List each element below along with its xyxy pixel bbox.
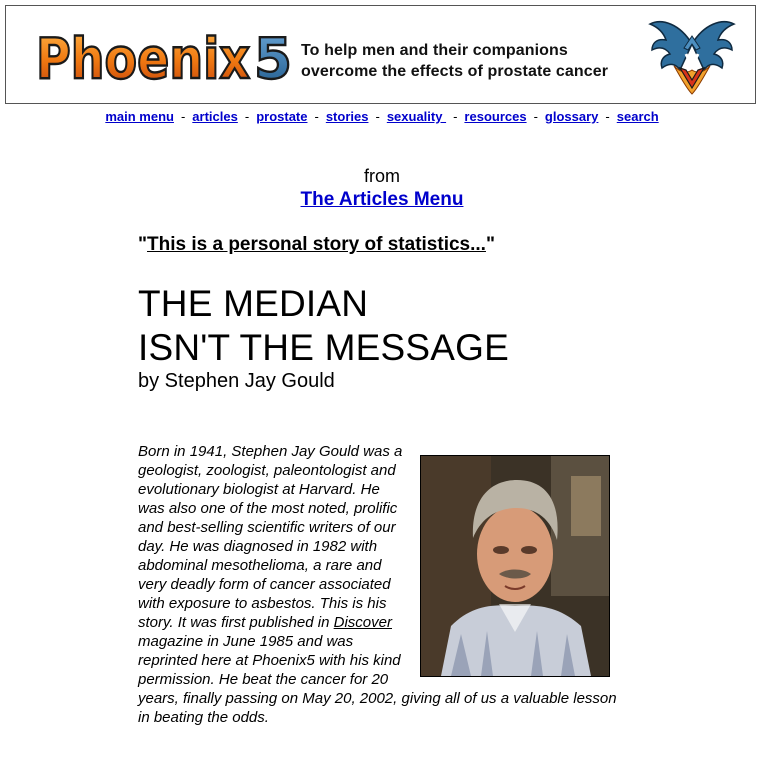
article-title-line-1: THE MEDIAN bbox=[138, 283, 369, 324]
header-banner: Phoenix 5 To help men and their companio… bbox=[5, 5, 756, 104]
bio-text-part-1: Born in 1941, Stephen Jay Gould was a ge… bbox=[138, 443, 403, 631]
nav-main-menu[interactable]: main menu bbox=[105, 109, 174, 124]
phoenix-bird-icon bbox=[648, 21, 736, 95]
nav-separator: - bbox=[375, 109, 380, 124]
discover-link[interactable]: Discover bbox=[334, 614, 392, 631]
article-title-line-2: ISN'T THE MESSAGE bbox=[138, 327, 509, 368]
quote-close: " bbox=[485, 234, 495, 255]
from-label: from bbox=[364, 166, 400, 186]
nav-search[interactable]: search bbox=[617, 109, 659, 124]
nav-separator: - bbox=[453, 109, 458, 124]
articles-menu-link[interactable]: The Articles Menu bbox=[301, 189, 464, 210]
svg-text:5: 5 bbox=[254, 27, 292, 90]
articles-menu-link-container: The Articles Menu bbox=[0, 189, 764, 211]
nav-separator: - bbox=[605, 109, 610, 124]
tagline-line-1: To help men and their companions bbox=[301, 42, 568, 59]
nav-separator: - bbox=[244, 109, 250, 124]
nav-separator: - bbox=[314, 109, 319, 124]
quote-text: This is a personal story of statistics..… bbox=[147, 234, 486, 255]
author-bio: Born in 1941, Stephen Jay Gould was a ge… bbox=[138, 442, 618, 727]
byline: by Stephen Jay Gould bbox=[138, 370, 335, 392]
nav-prostate[interactable]: prostate bbox=[256, 109, 307, 124]
top-navigation: main menu - articles - prostate - stories - sexu… bbox=[0, 109, 764, 124]
pull-quote: "This is a personal story of statistics.… bbox=[138, 234, 495, 256]
phoenix5-logo[interactable]: Phoenix 5 bbox=[34, 20, 296, 90]
nav-articles[interactable]: articles bbox=[192, 109, 238, 124]
author-photo bbox=[420, 455, 610, 677]
tagline: To help men and their companions overcom… bbox=[301, 40, 608, 82]
nav-separator: - bbox=[533, 109, 538, 124]
svg-text:Phoenix: Phoenix bbox=[36, 27, 250, 90]
nav-sexuality[interactable]: sexuality bbox=[387, 109, 446, 124]
nav-stories[interactable]: stories bbox=[326, 109, 369, 124]
tagline-line-2: overcome the effects of prostate cancer bbox=[301, 63, 609, 80]
quote-open: " bbox=[138, 234, 148, 255]
article-title: THE MEDIAN ISN'T THE MESSAGE bbox=[138, 282, 509, 370]
nav-separator: - bbox=[180, 109, 186, 124]
nav-glossary[interactable]: glossary bbox=[545, 109, 598, 124]
nav-resources[interactable]: resources bbox=[464, 109, 526, 124]
